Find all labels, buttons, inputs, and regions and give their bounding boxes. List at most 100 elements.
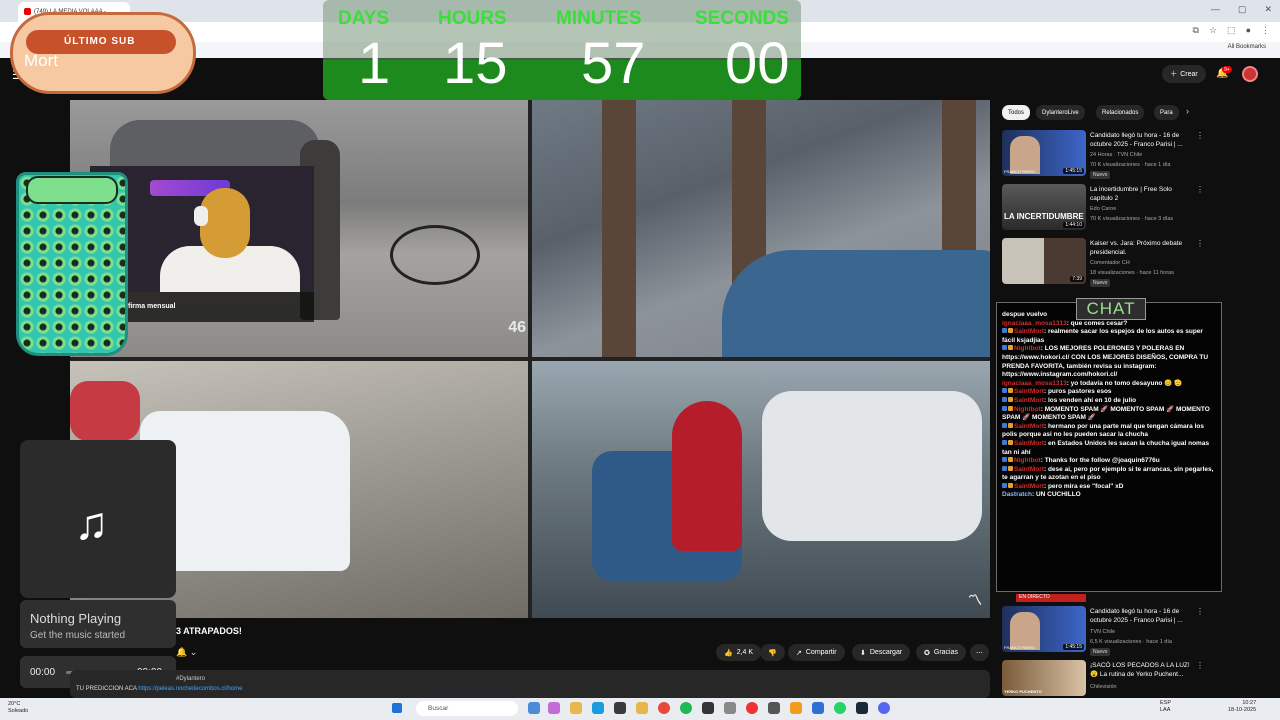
badge-icon	[1002, 396, 1007, 402]
copilot-icon[interactable]	[548, 702, 560, 714]
rec-channel[interactable]: TVN Chile	[1090, 628, 1115, 636]
chat-text: : UN CUCHILLO	[1031, 491, 1081, 499]
countdown-content: DAYS HOURS MINUTES SECONDS 1 15 57 00	[323, 0, 801, 100]
rec-title[interactable]: Candidato llegó tu hora - 16 de octubre …	[1090, 607, 1190, 625]
app-icon[interactable]	[812, 702, 824, 714]
file-explorer-icon[interactable]	[570, 702, 582, 714]
chat-username: Dastratch	[1002, 491, 1032, 499]
steam-icon[interactable]	[856, 702, 868, 714]
user-avatar[interactable]	[1242, 66, 1258, 82]
all-bookmarks-link[interactable]: All Bookmarks	[1228, 44, 1266, 50]
whatsapp-icon[interactable]	[834, 702, 846, 714]
rec-title[interactable]: ¡SACÓ LOS PECADOS A LA LUZ! 😮 La rutina …	[1090, 661, 1190, 679]
chat-message: Nightbot: Thanks for the follow @joaquin…	[1002, 457, 1216, 466]
rec-title[interactable]: La incertidumbre | Free Solo capítulo 2	[1090, 185, 1190, 203]
badge-icon	[1002, 457, 1007, 463]
more-actions-button[interactable]: ⋯	[970, 644, 989, 661]
window-controls: — ▢ ✕	[1211, 4, 1272, 15]
profile-icon[interactable]: ●	[1246, 25, 1251, 36]
rec-thumbnail[interactable]: FRANCO PARISI 1:45:15	[1002, 606, 1086, 652]
like-count: 2,4 K	[736, 649, 754, 656]
chat-username: Nightbot	[1014, 345, 1041, 353]
menu-icon[interactable]: ⋮	[1261, 25, 1270, 36]
chip-dylanterolive[interactable]: DylanteroLive	[1036, 105, 1085, 120]
chat-message: Nightbot: MOMENTO SPAM 🚀 MOMENTO SPAM 🚀 …	[1002, 405, 1216, 423]
obs-icon[interactable]	[746, 702, 758, 714]
minimize-button[interactable]: —	[1211, 4, 1220, 15]
system-tray[interactable]: ESP LAA	[1160, 700, 1171, 714]
countdown-days-label: DAYS	[338, 8, 390, 29]
chat-message: SaintMort: realmente sacar los espejos d…	[1002, 328, 1216, 345]
badge-icon	[1002, 405, 1007, 411]
rec-new-badge: Nuevo	[1090, 648, 1111, 656]
browser-toolbar-icons: ⧉ ☆ ⬚ ● ⋮	[1193, 25, 1270, 36]
share-button[interactable]: ↗ Compartir	[788, 644, 845, 661]
windows-start-icon[interactable]	[392, 703, 402, 713]
badge-icon	[1002, 465, 1007, 471]
chip-related[interactable]: Relacionados	[1096, 105, 1145, 120]
rec-title[interactable]: Candidato llegó tu hora - 16 de octubre …	[1090, 131, 1190, 149]
rec-channel[interactable]: Comentador CH	[1090, 259, 1130, 267]
app-icon[interactable]	[768, 702, 780, 714]
rec-channel[interactable]: 24 Horas · TVN Chile	[1090, 151, 1142, 159]
rec-thumbnail[interactable]: 7:39	[1002, 238, 1086, 284]
cast-icon[interactable]: ⧉	[1193, 25, 1199, 36]
chrome-icon[interactable]	[658, 702, 670, 714]
rec-thumb-text: YERKO PUCHENTO	[1004, 689, 1042, 694]
chips-next-chevron-icon[interactable]: ›	[1186, 106, 1189, 116]
discord-icon[interactable]	[878, 702, 890, 714]
chat-username: Nightbot	[1014, 457, 1041, 465]
rec-channel[interactable]: Edo Caroe	[1090, 205, 1116, 213]
rec-thumbnail[interactable]: FRANCO PARISI 1:45:15	[1002, 130, 1086, 176]
rec-thumbnail[interactable]: LA INCERTIDUMBRE 1:44:10	[1002, 184, 1086, 230]
subscribe-bell-icon[interactable]: 🔔 ⌄	[176, 647, 197, 658]
maximize-button[interactable]: ▢	[1238, 4, 1247, 15]
chat-message: Nightbot: LOS MEJORES POLERONES Y POLERA…	[1002, 345, 1216, 379]
chip-all[interactable]: Todos	[1002, 105, 1031, 120]
terminal-icon[interactable]	[702, 702, 714, 714]
last-sub-label: ÚLTIMO SUB	[64, 36, 136, 47]
create-button[interactable]: ＋ Crear	[1162, 65, 1206, 83]
badge-icon	[1002, 439, 1007, 445]
taskbar-search[interactable]: Buscar	[416, 701, 518, 716]
badge-icon	[1002, 345, 1007, 351]
rec-more-icon[interactable]: ⋮	[1196, 131, 1204, 140]
description-link[interactable]: https://peleas.nochedecombos.cl/home	[138, 686, 242, 692]
app-icon[interactable]	[790, 702, 802, 714]
thanks-icon: ✪	[924, 649, 930, 657]
badge-icon	[1008, 388, 1013, 394]
folder-icon[interactable]	[636, 702, 648, 714]
dislike-button[interactable]: 👎	[760, 644, 785, 661]
thanks-button[interactable]: ✪ Gracias	[916, 644, 966, 661]
spotify-icon[interactable]	[680, 702, 692, 714]
streamer-mask-shape	[200, 188, 250, 258]
close-button[interactable]: ✕	[1264, 4, 1272, 15]
thanks-label: Gracias	[933, 649, 958, 656]
settings-icon[interactable]	[724, 702, 736, 714]
headphone-shape	[194, 206, 208, 226]
edge-browser-icon[interactable]	[592, 702, 604, 714]
rec-more-icon[interactable]: ⋮	[1196, 607, 1204, 616]
weather-widget[interactable]: 20°C Soleado	[8, 701, 28, 715]
plus-icon: ＋	[1170, 71, 1178, 78]
bookmark-star-icon[interactable]: ☆	[1209, 25, 1217, 36]
task-view-icon[interactable]	[528, 702, 540, 714]
rec-thumbnail[interactable]: YERKO PUCHENTO	[1002, 660, 1086, 696]
taskbar-search-label: Buscar	[428, 705, 449, 712]
rec-title[interactable]: Kaiser vs. Jara: Próximo debate presiden…	[1090, 239, 1190, 257]
rec-channel[interactable]: Chilevisión	[1090, 683, 1117, 691]
sub-alert-text: firma mensual	[128, 303, 176, 310]
rec-thumb-text: FRANCO PARISI	[1004, 645, 1035, 650]
rec-more-icon[interactable]: ⋮	[1196, 185, 1204, 194]
download-button[interactable]: ⬇ Descargar	[852, 644, 911, 661]
like-button[interactable]: 👍 2,4 K	[716, 644, 762, 661]
chat-username: SaintMort	[1014, 396, 1044, 404]
description-box[interactable]	[70, 670, 990, 698]
rec-more-icon[interactable]: ⋮	[1196, 239, 1204, 248]
extensions-icon[interactable]: ⬚	[1227, 25, 1236, 36]
chip-for-you[interactable]: Para	[1154, 105, 1179, 120]
description-hashtag[interactable]: #Dylantero	[176, 676, 205, 682]
rec-more-icon[interactable]: ⋮	[1196, 661, 1204, 670]
store-icon[interactable]	[614, 702, 626, 714]
taskbar-clock[interactable]: 10:27 18-10-2025	[1228, 700, 1256, 714]
